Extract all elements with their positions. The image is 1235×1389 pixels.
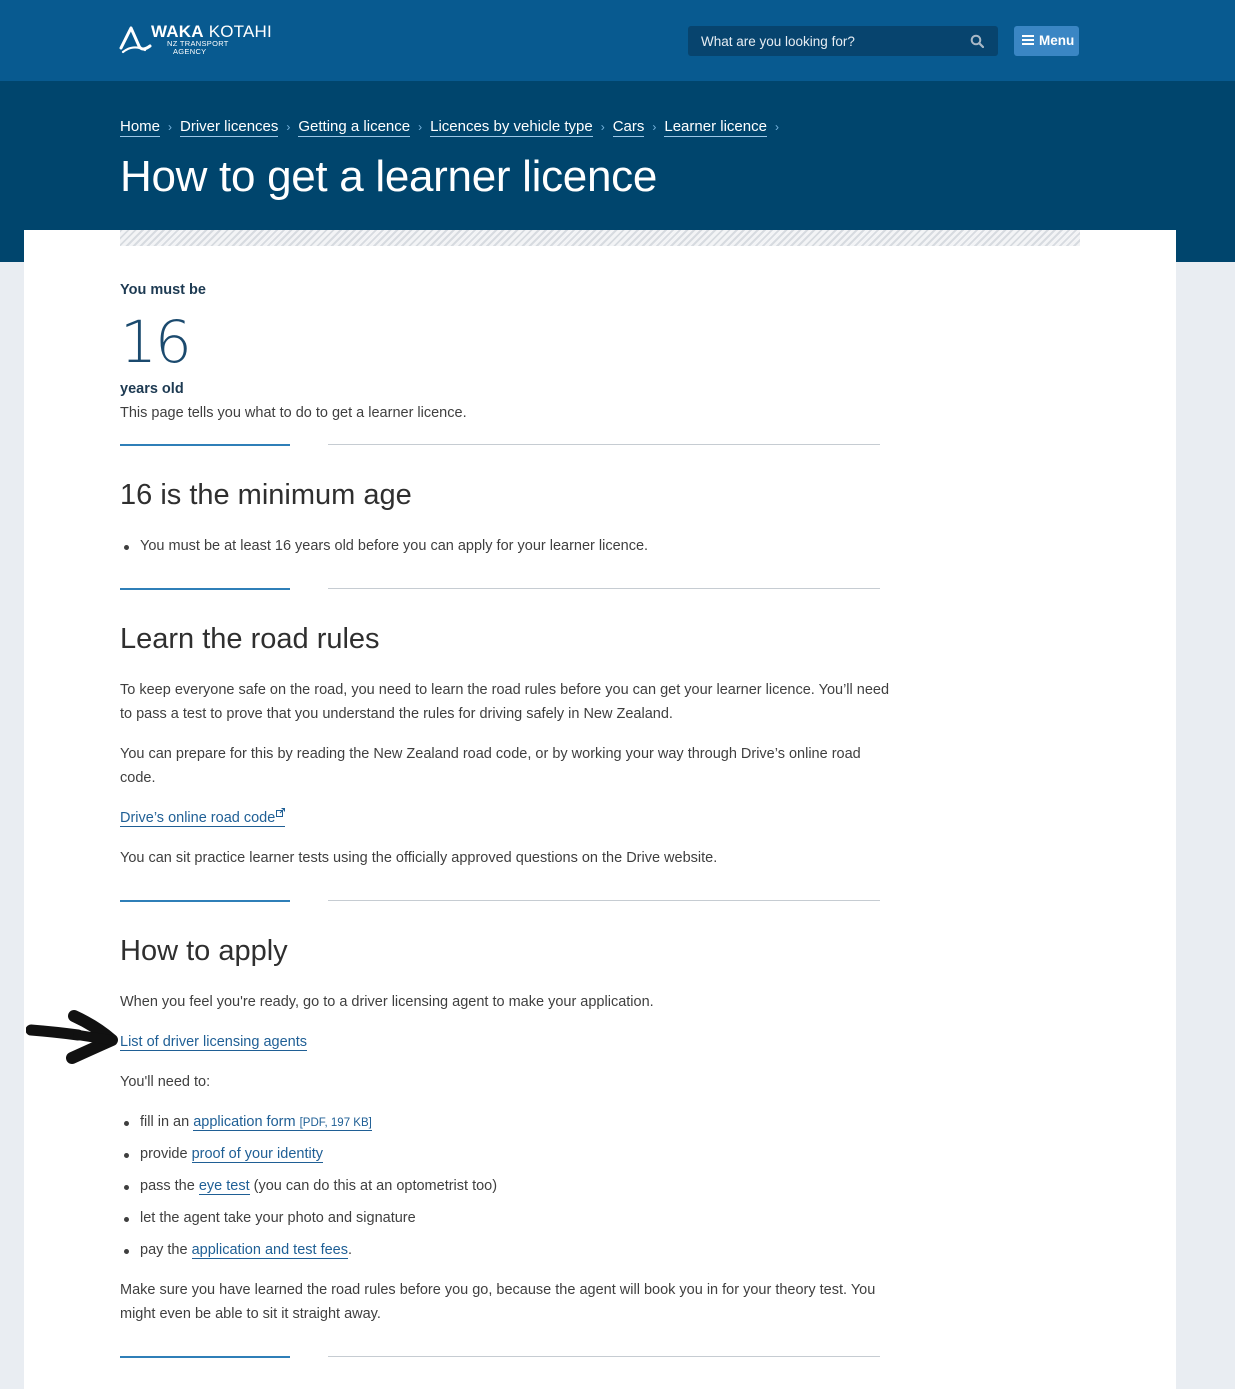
age-requirement-unit: years old [120,381,184,397]
road-code-link-row: Drive’s online road code [120,806,890,830]
application-requirements-list: fill in an application form [PDF, 197 KB… [120,1110,497,1270]
hatch-divider [120,230,1080,246]
menu-button[interactable]: Menu [1014,26,1079,56]
application-form-link[interactable]: application form [PDF, 197 KB] [193,1114,372,1131]
road-rules-paragraph-3: You can sit practice learner tests using… [120,850,718,866]
agents-link-row: List of driver licensing agents [120,1030,890,1054]
hand-drawn-arrow-icon [26,1010,118,1064]
apply-closing-paragraph: Make sure you have learned the road rule… [120,1282,876,1322]
heading-road-rules: Learn the road rules [120,623,380,655]
heading-minimum-age: 16 is the minimum age [120,479,412,511]
list-item: fill in an application form [PDF, 197 KB… [120,1110,497,1142]
logo-mark-icon [119,26,152,54]
chevron-right-icon: › [286,120,291,134]
breadcrumb-licences-by-vehicle-type[interactable]: Licences by vehicle type [430,118,593,137]
chevron-right-icon: › [600,120,605,134]
heading-how-to-apply: How to apply [120,935,288,967]
drive-online-road-code-link[interactable]: Drive’s online road code [120,808,286,827]
list-item: pass the eye test (you can do this at an… [120,1174,497,1206]
apply-paragraph-1: When you feel you're ready, go to a driv… [120,994,654,1010]
list-item: let the agent take your photo and signat… [120,1206,497,1238]
age-requirement-value: 16 [120,308,192,376]
road-rules-paragraph-2: You can prepare for this by reading the … [120,746,861,786]
section-divider [120,588,880,590]
section-divider [120,1356,880,1358]
search-icon[interactable] [970,34,984,48]
search-input[interactable] [688,26,971,56]
chevron-right-icon: › [418,120,423,134]
hamburger-icon [1022,35,1034,46]
age-requirement-label: You must be [120,282,206,298]
site-header: WAKA KOTAHI NZ TRANSPORT AGENCY Menu [0,0,1235,81]
breadcrumb-getting-a-licence[interactable]: Getting a licence [298,118,411,137]
eye-test-link[interactable]: eye test [198,1178,250,1195]
breadcrumb-home[interactable]: Home [120,118,161,137]
external-link-icon [276,808,286,817]
list-item: You must be at least 16 years old before… [120,534,648,566]
site-search [688,26,998,56]
list-item: pay the application and test fees. [120,1238,497,1270]
section-divider [120,900,880,902]
road-rules-paragraph-1: To keep everyone safe on the road, you n… [120,682,890,722]
breadcrumb-learner-licence[interactable]: Learner licence [664,118,767,137]
you-need-to-label: You'll need to: [120,1074,211,1090]
menu-label: Menu [1039,33,1075,48]
chevron-right-icon: › [168,120,173,134]
intro-text: This page tells you what to do to get a … [120,405,467,421]
list-item: provide proof of your identity [120,1142,497,1174]
waka-kotahi-logo[interactable]: WAKA KOTAHI NZ TRANSPORT AGENCY [119,22,279,58]
breadcrumb: Home › Driver licences › Getting a licen… [120,116,787,138]
driver-licensing-agents-link[interactable]: List of driver licensing agents [120,1034,307,1051]
breadcrumb-driver-licences[interactable]: Driver licences [180,118,279,137]
chevron-right-icon: › [774,120,779,134]
application-and-test-fees-link[interactable]: application and test fees [191,1242,348,1259]
breadcrumb-cars[interactable]: Cars [612,118,645,137]
section-divider [120,444,880,446]
chevron-right-icon: › [652,120,657,134]
minimum-age-list: You must be at least 16 years old before… [120,534,648,566]
proof-of-identity-link[interactable]: proof of your identity [191,1146,323,1163]
page-title: How to get a learner licence [120,152,658,201]
logo-subtitle: NZ TRANSPORT AGENCY [167,39,229,56]
